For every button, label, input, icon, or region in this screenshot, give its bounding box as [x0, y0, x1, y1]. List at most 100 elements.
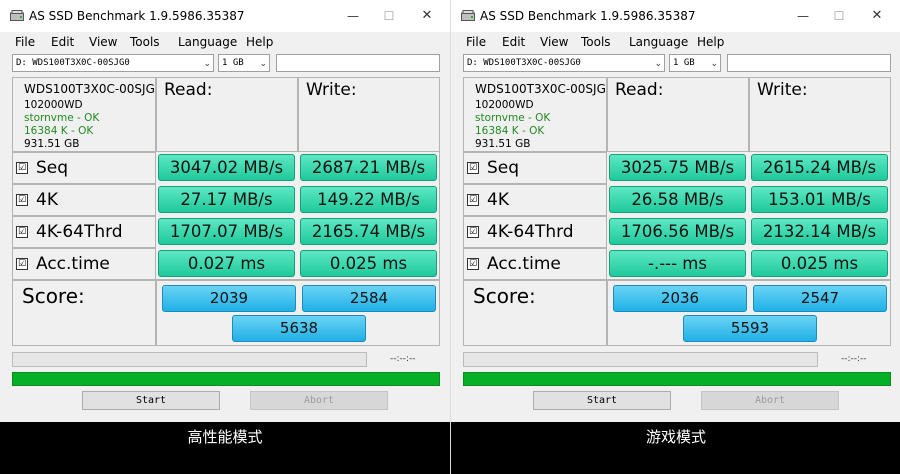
test-4k-64thrd[interactable]: ☑ 4K-64Thrd: [16, 219, 123, 245]
name-input[interactable]: [276, 54, 440, 72]
driver-status: stornvme - OK: [475, 112, 551, 124]
test-label: 4K: [36, 190, 58, 210]
test-acc-time[interactable]: ☑ Acc.time: [467, 251, 561, 277]
drive-capacity: 931.51 GB: [24, 138, 80, 150]
read-header: Read:: [164, 80, 213, 100]
test-4k-64thrd[interactable]: ☑ 4K-64Thrd: [467, 219, 574, 245]
menu-tools[interactable]: Tools: [581, 35, 611, 49]
seq-read-value: 3025.75 MB/s: [609, 154, 746, 181]
menu-help[interactable]: Help: [697, 35, 724, 49]
menu-view[interactable]: View: [89, 35, 117, 49]
test-4k[interactable]: ☑ 4K: [467, 187, 509, 213]
test-label: Acc.time: [487, 254, 561, 274]
drive-select[interactable]: D: WDS100T3X0C-00SJG0 ⌄: [12, 54, 214, 72]
elapsed-time: --:--:--: [390, 354, 416, 364]
score-read: 2039: [162, 285, 296, 312]
checkbox-checked-icon[interactable]: ☑: [16, 194, 28, 206]
minimize-icon[interactable]: —: [338, 6, 368, 26]
abort-button[interactable]: Abort: [701, 391, 839, 410]
menu-edit[interactable]: Edit: [502, 35, 525, 49]
menu-language[interactable]: Language: [629, 35, 688, 49]
close-icon[interactable]: ✕: [862, 6, 892, 26]
checkbox-checked-icon[interactable]: ☑: [467, 162, 479, 174]
test-seq[interactable]: ☑ Seq: [16, 155, 68, 181]
progress-bar: [463, 352, 818, 367]
close-icon[interactable]: ✕: [412, 6, 442, 26]
checkbox-checked-icon[interactable]: ☑: [467, 226, 479, 238]
drive-icon: [10, 10, 24, 21]
minimize-icon[interactable]: —: [788, 6, 818, 26]
test-seq[interactable]: ☑ Seq: [467, 155, 519, 181]
drive-firmware: 102000WD: [475, 99, 534, 111]
menu-bar: File Edit View Tools Language Help: [0, 32, 450, 52]
checkbox-checked-icon[interactable]: ☑: [16, 258, 28, 270]
4k-read-value: 26.58 MB/s: [609, 186, 746, 213]
menu-view[interactable]: View: [540, 35, 568, 49]
dropdown-arrow-icon: ⌄: [710, 59, 718, 69]
score-write: 2584: [302, 285, 436, 312]
4k-write-value: 149.22 MB/s: [300, 186, 437, 213]
title-bar: AS SSD Benchmark 1.9.5986.35387 — ☐ ✕: [0, 0, 450, 32]
score-total: 5593: [683, 315, 817, 342]
menu-file[interactable]: File: [466, 35, 486, 49]
menu-file[interactable]: File: [15, 35, 35, 49]
menu-help[interactable]: Help: [246, 35, 273, 49]
title-bar: AS SSD Benchmark 1.9.5986.35387 — ☐ ✕: [451, 0, 900, 32]
drive-icon: [461, 10, 475, 21]
benchmark-window-left: AS SSD Benchmark 1.9.5986.35387 — ☐ ✕ Fi…: [0, 0, 450, 474]
name-input[interactable]: [727, 54, 891, 72]
driver-status: stornvme - OK: [24, 112, 100, 124]
checkbox-checked-icon[interactable]: ☑: [16, 226, 28, 238]
size-select[interactable]: 1 GB ⌄: [669, 54, 721, 72]
menu-bar: File Edit View Tools Language Help: [451, 32, 900, 52]
window-title: AS SSD Benchmark 1.9.5986.35387: [29, 9, 245, 23]
dropdown-arrow-icon: ⌄: [259, 59, 267, 69]
acc-write-value: 0.025 ms: [751, 250, 888, 277]
elapsed-time: --:--:--: [841, 354, 867, 364]
checkbox-checked-icon[interactable]: ☑: [467, 258, 479, 270]
maximize-icon[interactable]: ☐: [374, 6, 404, 26]
drive-model: WDS100T3X0C-00SJG: [24, 82, 155, 96]
score-write: 2547: [753, 285, 887, 312]
size-select[interactable]: 1 GB ⌄: [218, 54, 270, 72]
test-4k[interactable]: ☑ 4K: [16, 187, 58, 213]
window-title: AS SSD Benchmark 1.9.5986.35387: [480, 9, 696, 23]
4k-read-value: 27.17 MB/s: [158, 186, 295, 213]
drive-model: WDS100T3X0C-00SJG: [475, 82, 606, 96]
acc-read-value: 0.027 ms: [158, 250, 295, 277]
start-button[interactable]: Start: [533, 391, 671, 410]
menu-edit[interactable]: Edit: [51, 35, 74, 49]
4k64-read-value: 1707.07 MB/s: [158, 218, 295, 245]
caption-bar: 游戏模式: [451, 422, 900, 474]
read-header: Read:: [615, 80, 664, 100]
score-label: Score:: [22, 284, 85, 308]
status-bar: [463, 372, 891, 386]
maximize-icon[interactable]: ☐: [824, 6, 854, 26]
caption-bar: 高性能模式: [0, 422, 450, 474]
menu-language[interactable]: Language: [178, 35, 237, 49]
test-label: Acc.time: [36, 254, 110, 274]
checkbox-checked-icon[interactable]: ☑: [16, 162, 28, 174]
acc-write-value: 0.025 ms: [300, 250, 437, 277]
write-header: Write:: [757, 80, 808, 100]
mode-caption: 高性能模式: [187, 428, 263, 446]
acc-read-value: -.--- ms: [609, 250, 746, 277]
mode-caption: 游戏模式: [645, 428, 706, 446]
test-acc-time[interactable]: ☑ Acc.time: [16, 251, 110, 277]
score-read: 2036: [613, 285, 747, 312]
benchmark-window-right: AS SSD Benchmark 1.9.5986.35387 — ☐ ✕ Fi…: [450, 0, 900, 474]
write-header: Write:: [306, 80, 357, 100]
start-button[interactable]: Start: [82, 391, 220, 410]
seq-write-value: 2615.24 MB/s: [751, 154, 888, 181]
status-bar: [12, 372, 440, 386]
checkbox-checked-icon[interactable]: ☑: [467, 194, 479, 206]
drive-capacity: 931.51 GB: [475, 138, 531, 150]
alignment-status: 16384 K - OK: [24, 125, 94, 137]
test-label: 4K: [487, 190, 509, 210]
dropdown-arrow-icon: ⌄: [654, 59, 662, 69]
menu-tools[interactable]: Tools: [130, 35, 160, 49]
4k64-write-value: 2132.14 MB/s: [751, 218, 888, 245]
drive-select[interactable]: D: WDS100T3X0C-00SJG0 ⌄: [463, 54, 665, 72]
progress-bar: [12, 352, 367, 367]
abort-button[interactable]: Abort: [250, 391, 388, 410]
